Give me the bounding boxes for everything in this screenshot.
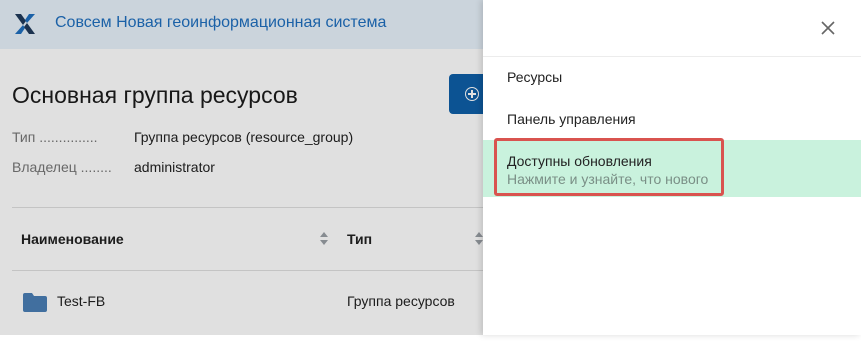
close-icon[interactable] — [817, 17, 839, 39]
menu-item-label: Доступны обновления — [507, 153, 652, 169]
menu-item-label: Панель управления — [507, 111, 636, 127]
menu-item-updates-available[interactable]: Доступны обновления Нажмите и узнайте, ч… — [483, 140, 861, 197]
menu-item-resources[interactable]: Ресурсы — [483, 56, 861, 98]
drawer-header — [483, 0, 861, 57]
menu-item-sublabel: Нажмите и узнайте, что нового — [507, 171, 709, 187]
menu-item-label: Ресурсы — [507, 69, 563, 85]
menu-item-control-panel[interactable]: Панель управления — [483, 98, 861, 140]
side-drawer: Ресурсы Панель управления Доступны обнов… — [483, 0, 861, 335]
